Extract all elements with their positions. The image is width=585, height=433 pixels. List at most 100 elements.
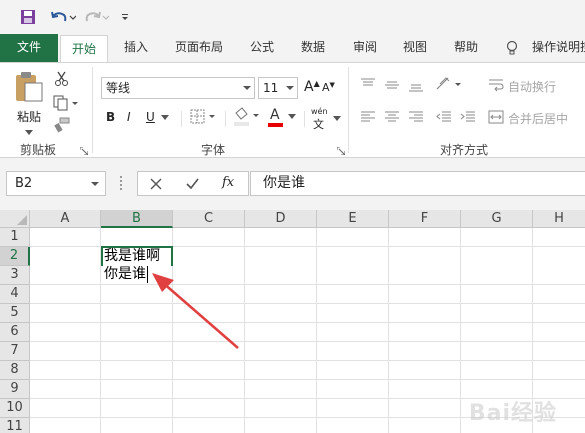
cut-button[interactable]	[54, 71, 70, 90]
name-box-value: B2	[15, 176, 33, 191]
bold-button[interactable]: B	[106, 110, 115, 124]
font-size-select[interactable]: 11	[258, 77, 298, 99]
chevron-down-icon[interactable]	[161, 115, 169, 121]
font-name-select[interactable]: 等线	[101, 77, 255, 99]
select-all-corner[interactable]	[0, 210, 30, 228]
merge-center-icon[interactable]	[488, 109, 504, 125]
shrink-font-label: A	[322, 81, 330, 94]
gridline	[30, 303, 585, 304]
row-header-4[interactable]: 4	[0, 285, 30, 304]
phonetic-label: wén	[311, 107, 328, 116]
align-left-icon[interactable]	[360, 109, 376, 125]
row-header-8[interactable]: 8	[0, 361, 30, 380]
paste-button[interactable]: 粘贴	[12, 69, 46, 135]
cancel-icon[interactable]	[150, 178, 162, 190]
worksheet-grid: A B C D E F G H 1 2 3 4 5 6 7 8 9 10 11 …	[0, 210, 585, 433]
font-color-button[interactable]: A	[267, 107, 299, 129]
underline-button[interactable]: U	[146, 110, 155, 124]
row-header-1[interactable]: 1	[0, 228, 30, 247]
insert-function-icon[interactable]: fx	[222, 175, 234, 190]
dialog-launcher-icon[interactable]	[337, 147, 345, 155]
column-header-e[interactable]: E	[317, 210, 389, 228]
borders-icon[interactable]	[190, 109, 218, 125]
scissors-icon	[55, 71, 68, 86]
row-header-3[interactable]: 3	[0, 266, 30, 285]
column-header-a[interactable]: A	[30, 210, 101, 228]
tab-view[interactable]: 视图	[396, 34, 434, 62]
decrease-indent-icon[interactable]	[436, 109, 452, 125]
formula-bar-grip[interactable]	[120, 176, 122, 190]
caret-down-icon: ▼	[329, 81, 335, 89]
italic-button[interactable]: I	[127, 110, 131, 124]
align-top-icon[interactable]	[360, 77, 376, 93]
column-header-b[interactable]: B	[101, 210, 173, 228]
tab-help[interactable]: 帮助	[446, 34, 486, 62]
ribbon-tabs: 文件 开始 插入 页面布局 公式 数据 审阅 视图 帮助 操作说明搜	[0, 34, 585, 63]
phonetic-guide-button[interactable]: wén 文	[311, 107, 341, 131]
row-header-6[interactable]: 6	[0, 323, 30, 342]
fill-color-icon[interactable]	[232, 107, 262, 127]
tab-review[interactable]: 审阅	[344, 34, 386, 62]
align-bottom-icon[interactable]	[408, 77, 424, 93]
tab-data[interactable]: 数据	[292, 34, 334, 62]
redo-button[interactable]	[84, 8, 110, 26]
name-box[interactable]: B2	[6, 171, 106, 196]
align-right-icon[interactable]	[408, 109, 424, 125]
divider	[181, 111, 182, 127]
align-middle-icon[interactable]	[384, 77, 400, 93]
customize-qat-button[interactable]	[120, 8, 130, 26]
grow-font-label: A	[304, 79, 314, 95]
undo-icon	[51, 11, 76, 22]
formula-input-value: 你是谁	[263, 175, 305, 191]
row-header-10[interactable]: 10	[0, 399, 30, 418]
format-painter-icon	[54, 117, 70, 133]
orientation-icon[interactable]	[434, 75, 464, 93]
cell-b2-line-1: 我是谁啊	[104, 248, 160, 264]
copy-button[interactable]	[52, 95, 80, 114]
tab-formulas-label: 公式	[249, 40, 274, 54]
tab-formulas[interactable]: 公式	[242, 34, 282, 62]
clipboard-group-label: 剪贴板	[20, 143, 57, 157]
tab-file[interactable]: 文件	[0, 34, 58, 62]
tab-page-layout[interactable]: 页面布局	[166, 34, 232, 62]
underline-label: U	[146, 110, 155, 124]
tab-insert[interactable]: 插入	[114, 34, 158, 62]
column-header-d[interactable]: D	[245, 210, 317, 228]
column-header-h[interactable]: H	[533, 210, 585, 228]
font-group-label: 字体	[201, 143, 226, 157]
wrap-text-icon[interactable]	[488, 77, 504, 93]
group-divider	[348, 67, 349, 153]
bold-label: B	[106, 110, 116, 124]
merge-center-button[interactable]: 合并后居中	[508, 110, 568, 127]
gridline	[388, 228, 389, 433]
align-center-icon[interactable]	[384, 109, 400, 125]
enter-check-icon[interactable]	[186, 178, 199, 190]
formula-input[interactable]: 你是谁	[250, 171, 585, 196]
increase-indent-icon[interactable]	[460, 109, 476, 125]
arrow-annotation-icon	[152, 273, 239, 349]
wrap-text-label: 自动换行	[508, 80, 557, 94]
format-painter-button[interactable]	[54, 117, 70, 136]
gridline	[30, 379, 585, 380]
undo-button[interactable]	[50, 8, 76, 26]
dialog-launcher-icon[interactable]	[80, 147, 88, 155]
grow-font-button[interactable]: A▲	[304, 79, 320, 95]
paste-label: 粘贴	[16, 110, 41, 124]
shrink-font-button[interactable]: A▼	[322, 81, 335, 94]
row-header-5[interactable]: 5	[0, 304, 30, 323]
row-header-7[interactable]: 7	[0, 342, 30, 361]
caret-up-icon: ▲	[313, 79, 320, 88]
tell-me-search[interactable]: 操作说明搜	[504, 34, 585, 62]
save-button[interactable]	[20, 8, 36, 26]
row-header-11[interactable]: 11	[0, 418, 30, 433]
column-header-c[interactable]: C	[173, 210, 245, 228]
save-icon	[21, 10, 35, 24]
column-header-g[interactable]: G	[461, 210, 533, 228]
gridline	[30, 360, 585, 361]
row-header-2[interactable]: 2	[0, 247, 30, 266]
wrap-text-button[interactable]: 自动换行	[508, 78, 556, 95]
column-header-f[interactable]: F	[389, 210, 461, 228]
tab-home[interactable]: 开始	[60, 35, 108, 63]
row-header-9[interactable]: 9	[0, 380, 30, 399]
font-color-swatch	[268, 123, 283, 127]
